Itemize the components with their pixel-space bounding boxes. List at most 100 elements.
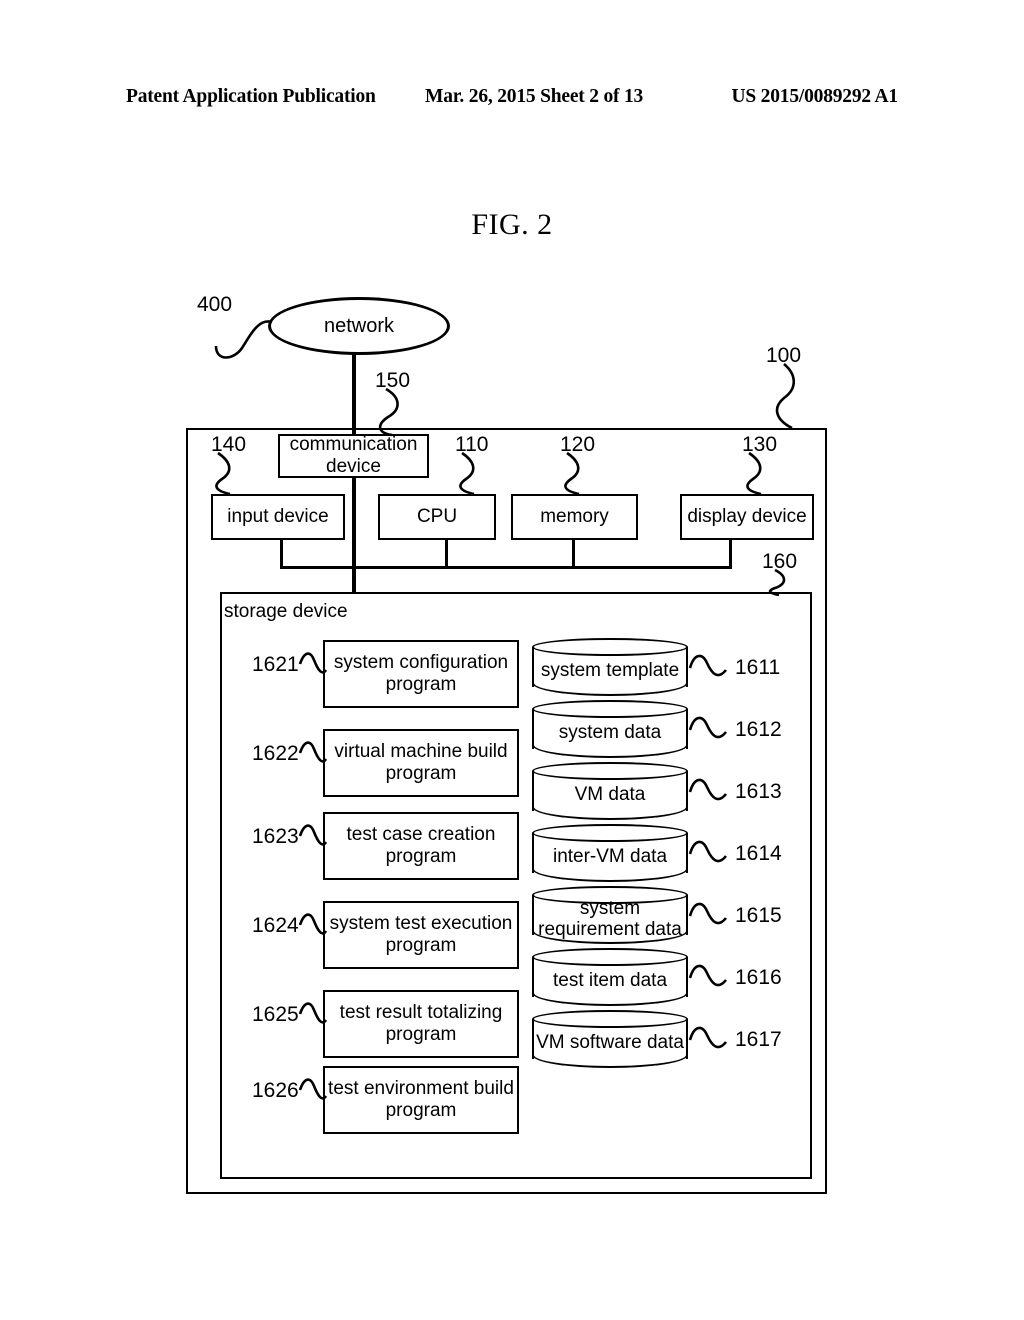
program-box-1625: test result totalizing program [323,990,519,1058]
program-label-1625-line2: program [385,1024,457,1045]
cpu-label: CPU [416,505,458,527]
leader-squiggle-1615 [688,902,728,925]
ref-1616: 1616 [735,966,782,989]
leader-squiggle-1611 [688,654,728,677]
leader-squiggle-1614 [688,840,728,863]
leader-squiggle-1624 [298,913,328,935]
program-label-1622-line1: virtual machine build [334,740,508,762]
database-cylinder-1611: system template [532,638,688,696]
program-box-1622: virtual machine build program [323,729,519,797]
figure-title: FIG. 2 [471,208,553,241]
database-label-1611-line1: system template [540,660,680,682]
leader-squiggle-1621 [298,652,328,674]
leader-squiggle-100 [775,363,796,430]
database-label-1613-line1: VM data [574,784,646,806]
cpu-box: CPU [378,494,496,540]
database-label-1614-line1: inter-VM data [552,846,668,868]
program-box-1624: system test execution program [323,901,519,969]
leader-squiggle-1617 [688,1026,728,1049]
leader-squiggle-1616 [688,964,728,987]
ref-1617: 1617 [735,1028,782,1051]
ref-120: 120 [560,433,596,456]
header-publication-text: Patent Application Publication [126,86,376,107]
program-label-1623-line1: test case creation [346,823,496,845]
ref-110: 110 [455,433,489,456]
display-device-label: display device [687,505,807,527]
memory-label: memory [540,505,609,527]
leader-squiggle-1613 [688,778,728,801]
leader-squiggle-110 [459,451,475,496]
leader-squiggle-120 [564,451,580,496]
display-device-box: display device [680,494,814,540]
program-box-1626: test environment build program [323,1066,519,1134]
database-label-1614: inter-VM data [532,833,688,882]
header-date-sheet-text: Mar. 26, 2015 Sheet 2 of 13 [425,86,644,107]
program-label-1626-line1: test environment build [328,1077,514,1099]
ref-1612: 1612 [735,718,782,741]
database-label-1617: VM software data [532,1019,688,1068]
communication-device-label-line1: communication [289,433,418,455]
input-device-label: input device [227,505,329,527]
ref-1611: 1611 [735,656,781,679]
database-label-1615: system requirement data [532,895,688,944]
ref-1621: 1621 [252,653,299,676]
ref-140: 140 [211,433,247,456]
database-label-1612-line1: system data [558,722,662,744]
ref-1615: 1615 [735,904,782,927]
ref-1622: 1622 [252,742,299,765]
ref-100: 100 [766,344,802,367]
ref-150: 150 [375,369,411,392]
ref-1613: 1613 [735,780,782,803]
program-box-1621: system configuration program [323,640,519,708]
network-to-comm-line [352,352,356,436]
network-node: network [268,297,450,355]
leader-squiggle-400 [214,320,273,359]
ref-1614: 1614 [735,842,782,865]
leader-squiggle-140 [215,451,231,496]
database-label-1615-line2: requirement data [538,918,682,940]
memory-box: memory [511,494,638,540]
leader-squiggle-1622 [298,741,328,763]
ref-130: 130 [742,433,778,456]
communication-device-box: communication device [278,434,429,478]
program-label-1625-line1: test result totalizing [339,1001,503,1023]
database-label-1613: VM data [532,771,688,820]
database-label-1612: system data [532,709,688,758]
database-cylinder-1612: system data [532,700,688,758]
header-patent-number: US 2015/0089292 A1 [731,86,898,107]
program-label-1621-line1: system configuration [333,651,509,673]
ref-1626: 1626 [252,1079,299,1102]
ref-1624: 1624 [252,914,299,937]
database-label-1611: system template [532,647,688,696]
communication-device-label-line2: device [326,456,381,477]
database-label-1615-line1: system [579,897,641,919]
database-cylinder-1617: VM software data [532,1010,688,1068]
program-label-1624-line2: program [385,935,457,956]
leader-squiggle-160 [768,568,786,597]
leader-squiggle-1623 [298,824,328,846]
database-label-1616-line1: test item data [552,970,668,992]
program-label-1624-line1: system test execution [329,912,513,934]
database-cylinder-1615: system requirement data [532,886,688,944]
leader-squiggle-1612 [688,716,728,739]
database-cylinder-1614: inter-VM data [532,824,688,882]
program-label-1623-line2: program [385,846,457,867]
leader-squiggle-150 [378,387,399,437]
network-label: network [323,314,395,337]
ref-1625: 1625 [252,1003,299,1026]
database-label-1616: test item data [532,957,688,1006]
program-label-1621-line2: program [385,674,457,695]
program-box-1623: test case creation program [323,812,519,880]
input-device-box: input device [211,494,345,540]
ref-160: 160 [762,550,798,573]
program-label-1626-line2: program [385,1100,457,1121]
leader-squiggle-1625 [298,1002,328,1024]
storage-device-label: storage device [224,601,348,622]
leader-squiggle-130 [746,451,762,496]
database-cylinder-1616: test item data [532,948,688,1006]
page-header: Patent Application Publication Mar. 26, … [126,86,898,112]
ref-1623: 1623 [252,825,299,848]
leader-squiggle-1626 [298,1078,328,1100]
database-label-1617-line1: VM software data [536,1032,684,1054]
program-label-1622-line2: program [385,763,457,784]
